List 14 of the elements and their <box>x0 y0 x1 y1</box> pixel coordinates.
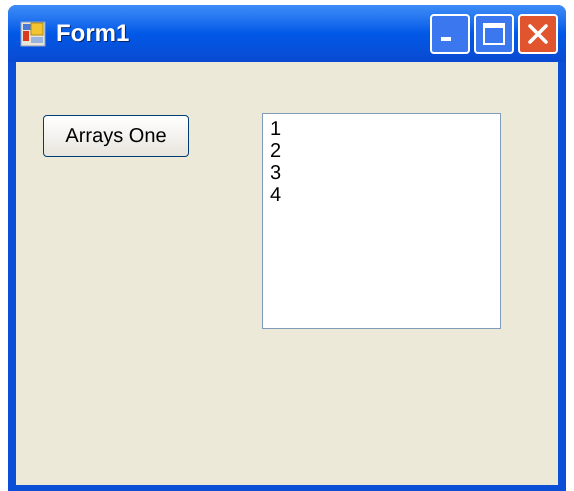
close-icon <box>528 24 548 44</box>
window-title: Form1 <box>56 18 130 48</box>
arrays-one-button[interactable]: Arrays One <box>43 115 189 157</box>
close-button[interactable] <box>518 14 558 54</box>
maximize-icon <box>483 22 505 44</box>
maximize-button[interactable] <box>474 14 514 54</box>
minimize-icon <box>441 36 451 40</box>
list-item[interactable]: 3 <box>270 162 500 184</box>
list-item[interactable]: 1 <box>270 118 500 140</box>
list-box[interactable]: 1 2 3 4 <box>262 113 501 329</box>
app-icon <box>20 20 46 46</box>
list-item[interactable]: 4 <box>270 184 500 206</box>
list-item[interactable]: 2 <box>270 140 500 162</box>
minimize-button[interactable] <box>430 14 470 54</box>
